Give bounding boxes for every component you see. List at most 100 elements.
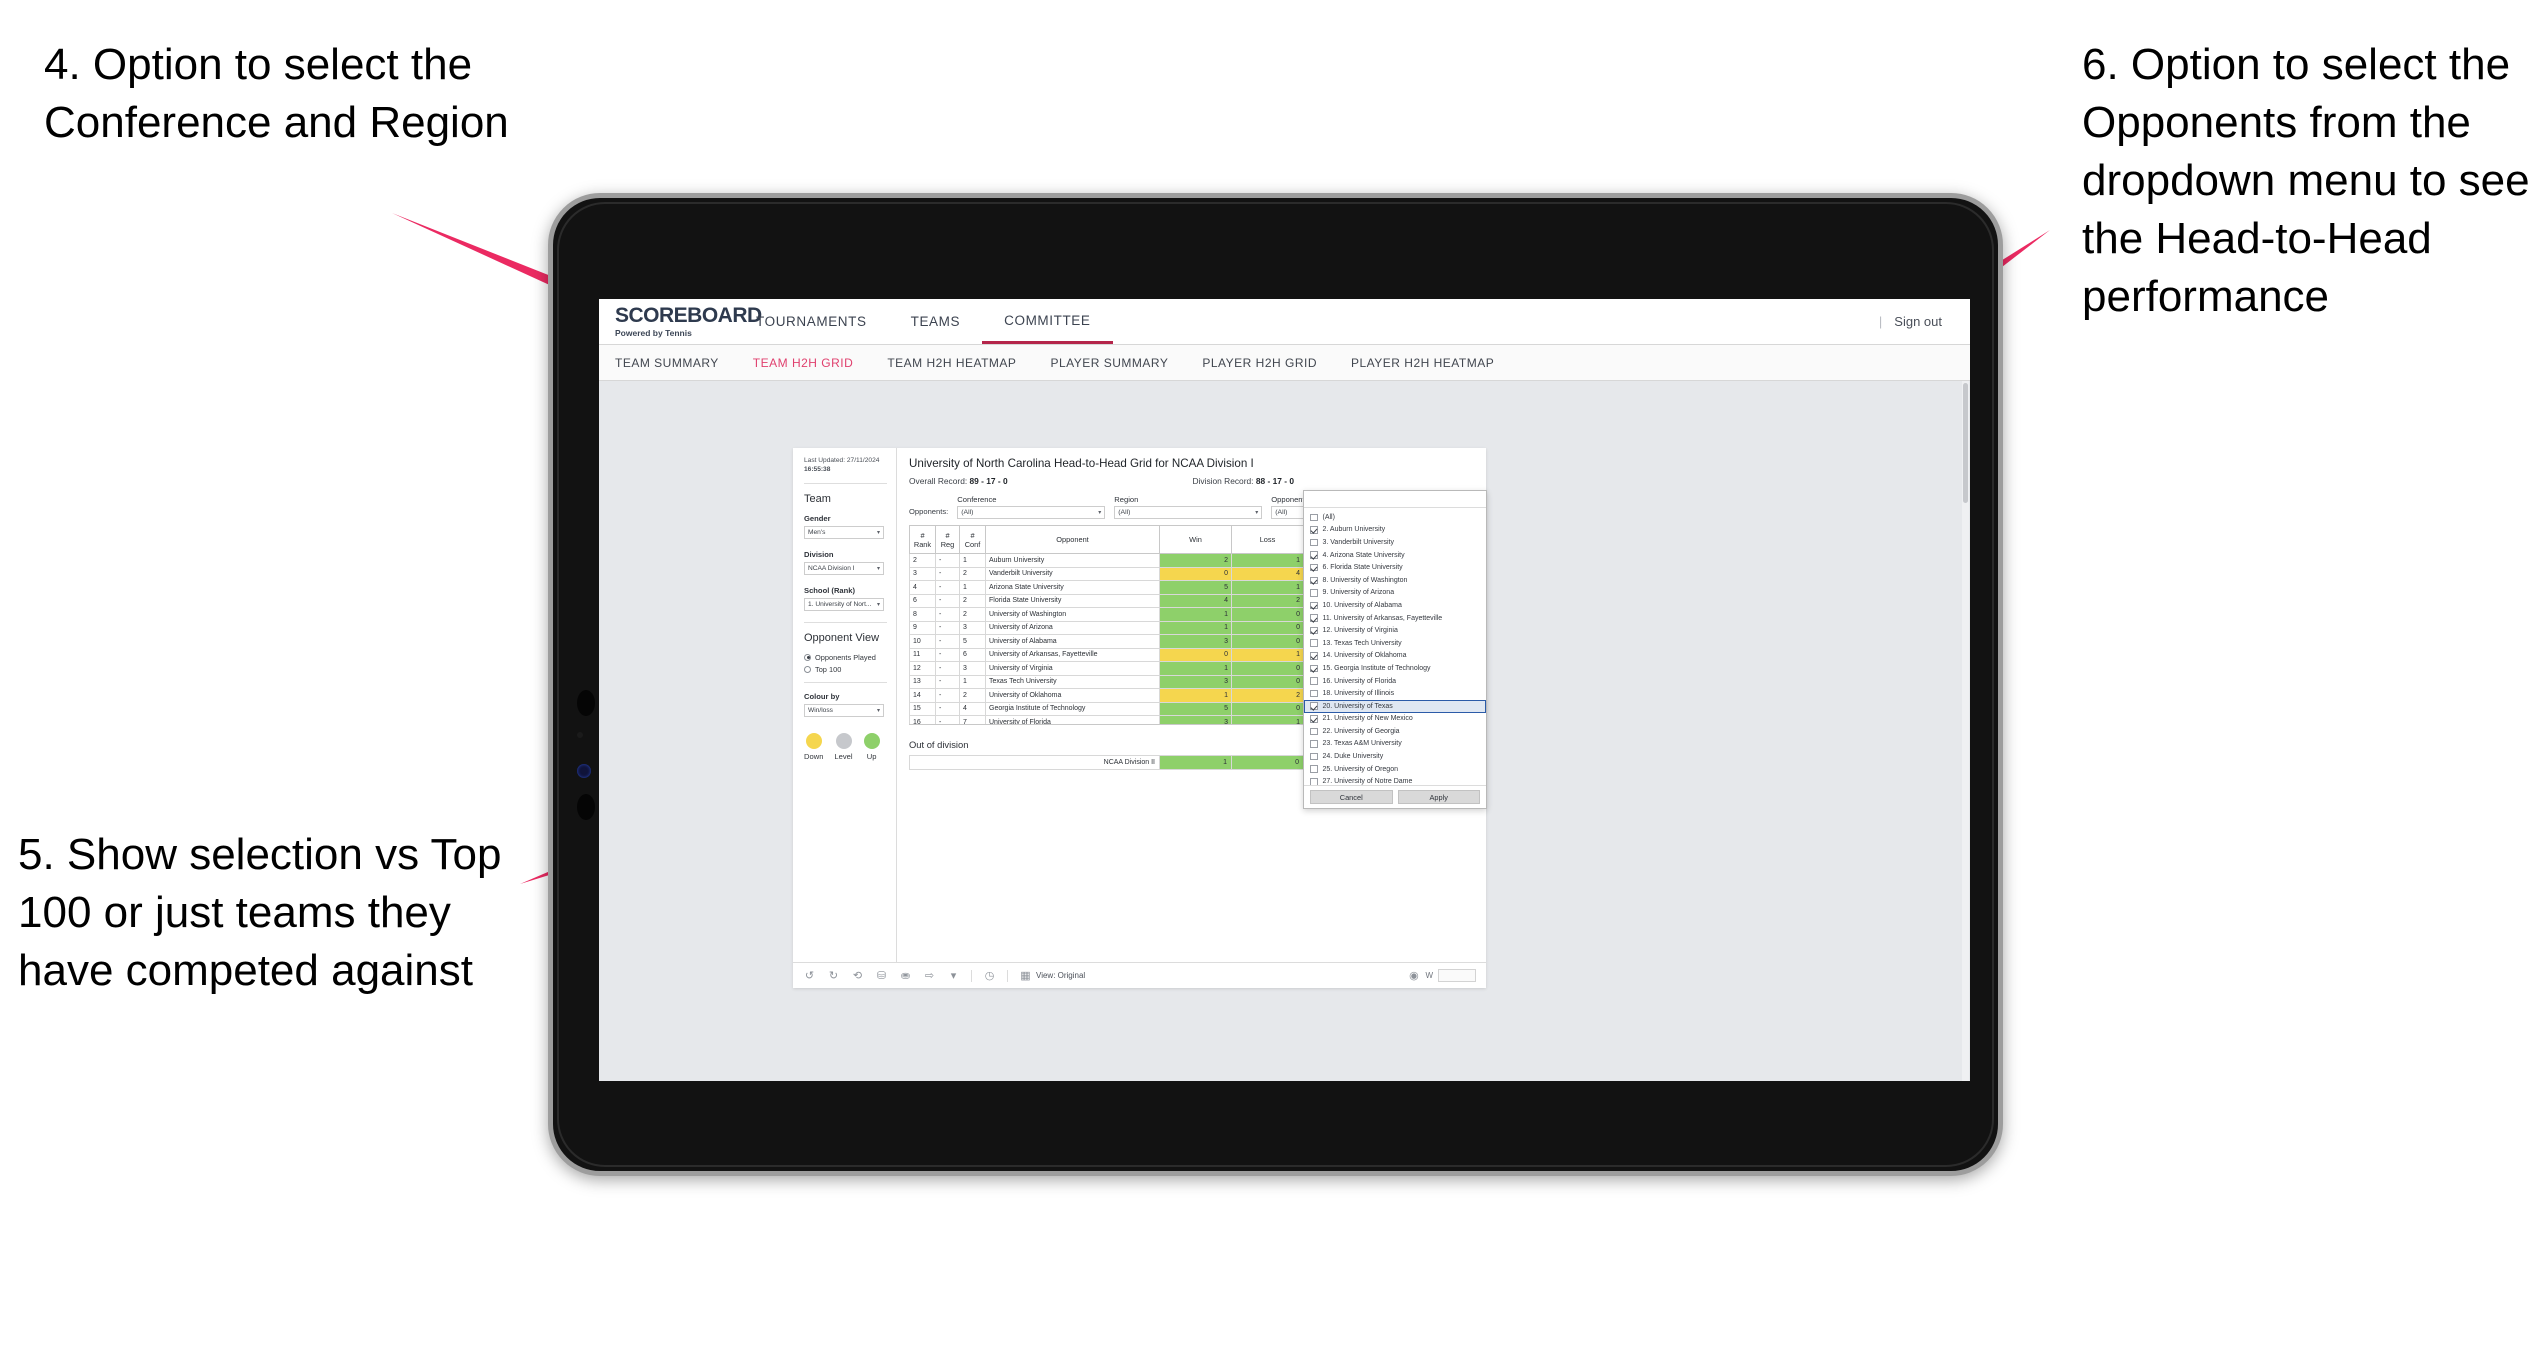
opponent-option-1[interactable]: 2. Auburn University [1304,524,1486,537]
nav-committee[interactable]: COMMITTEE [982,299,1113,344]
nav-teams[interactable]: TEAMS [889,299,983,344]
column-header-4[interactable]: Win [1159,525,1232,554]
checkbox-icon[interactable] [1310,563,1318,572]
subnav-team-summary[interactable]: TEAM SUMMARY [615,356,719,370]
h2h-grid-scroll[interactable]: # Rank # Reg # Conf Opponent Win Loss 2-1 Auburn … [909,525,1367,725]
signout-link[interactable]: Sign out [1894,314,1942,329]
brand-logo[interactable]: SCOREBOARD Powered by Tennis [599,299,762,344]
pause-icon[interactable]: ⛂ [899,969,912,982]
checkbox-icon[interactable] [1310,538,1318,547]
opponent-option-7[interactable]: 10. University of Alabama [1304,599,1486,612]
checkbox-icon[interactable] [1310,614,1318,622]
checkbox-icon[interactable] [1310,677,1318,685]
checkbox-icon[interactable] [1310,778,1318,785]
table-row[interactable]: 15-4 Georgia Institute of Technology 5 0 [909,701,1362,716]
workspace-scrollbar-track[interactable] [1962,381,1969,1081]
table-row[interactable]: 13-1 Texas Tech University 3 0 [909,674,1362,689]
checkbox-icon[interactable] [1310,689,1318,698]
table-row[interactable]: 9-3 University of Arizona 1 0 [909,620,1362,635]
opponent-option-15[interactable]: 20. University of Texas [1304,699,1486,713]
opponent-option-17[interactable]: 22. University of Georgia [1304,725,1486,738]
opponent-dropdown-panel[interactable]: (All) 2. Auburn University 3. Vanderbilt U… [1303,490,1487,809]
checkbox-icon[interactable] [1310,740,1318,748]
apply-button[interactable]: Apply [1397,790,1480,804]
dropdown-caret-icon[interactable]: ▾ [947,969,960,982]
opponent-option-14[interactable]: 18. University of Illinois [1304,687,1486,700]
opponent-option-3[interactable]: 4. Arizona State University [1304,549,1486,562]
opponent-option-0[interactable]: (All) [1304,511,1486,524]
checkbox-icon[interactable] [1310,513,1318,522]
checkbox-icon[interactable] [1310,639,1318,647]
workspace-scrollbar-thumb[interactable] [1963,383,1968,503]
table-row[interactable]: 2-1 Auburn University 2 1 [909,553,1362,568]
opponent-dropdown-list[interactable]: (All) 2. Auburn University 3. Vanderbilt U… [1304,508,1486,785]
checkbox-icon[interactable] [1310,727,1318,736]
subnav-player-h2h-grid[interactable]: PLAYER H2H GRID [1202,356,1317,370]
opponent-option-16[interactable]: 21. University of New Mexico [1304,713,1486,726]
table-row[interactable]: 10-5 University of Alabama 3 0 [909,634,1362,649]
opponent-option-11[interactable]: 14. University of Oklahoma [1304,650,1486,663]
subnav-team-h2h-grid[interactable]: TEAM H2H GRID [753,356,854,370]
nav-tournaments[interactable]: TOURNAMENTS [734,299,889,344]
checkbox-icon[interactable] [1310,715,1318,723]
opponent-option-10[interactable]: 13. Texas Tech University [1304,637,1486,650]
colour-by-select[interactable]: Win/loss ▾ [804,703,884,717]
division-select[interactable]: NCAA Division I ▾ [804,561,884,575]
table-row[interactable]: 3-2 Vanderbilt University 0 4 [909,566,1362,581]
column-header-5[interactable]: Loss [1231,525,1304,554]
table-row[interactable]: 11-6 University of Arkansas, Fayetteville… [909,647,1362,662]
checkbox-icon[interactable] [1310,601,1318,610]
opponent-option-4[interactable]: 6. Florida State University [1304,561,1486,574]
share-icon[interactable]: ⇨ [923,969,936,982]
opponent-option-21[interactable]: 27. University of Notre Dame [1304,775,1486,785]
revert-icon[interactable]: ⟲ [851,969,864,982]
checkbox-icon[interactable] [1310,626,1318,635]
opponent-option-9[interactable]: 12. University of Virginia [1304,624,1486,637]
out-of-division-row[interactable]: NCAA Division II 1 0 [909,755,1362,770]
opponent-dropdown-search[interactable] [1304,491,1486,508]
checkbox-icon[interactable] [1310,526,1318,534]
table-row[interactable]: 4-1 Arizona State University 5 1 [909,580,1362,595]
checkbox-icon[interactable] [1310,702,1318,710]
watch-icon[interactable]: ◉ [1407,969,1420,982]
gender-select[interactable]: Men's ▾ [804,525,884,539]
opponent-option-2[interactable]: 3. Vanderbilt University [1304,536,1486,549]
checkbox-icon[interactable] [1310,576,1318,585]
subnav-team-h2h-heatmap[interactable]: TEAM H2H HEATMAP [887,356,1016,370]
refresh-data-icon[interactable]: ⛁ [875,969,888,982]
subnav-player-summary[interactable]: PLAYER SUMMARY [1050,356,1168,370]
school-select[interactable]: 1. University of Nort... ▾ [804,597,884,611]
column-header-0[interactable]: # Rank [909,525,936,554]
opponent-option-20[interactable]: 25. University of Oregon [1304,763,1486,776]
checkbox-icon[interactable] [1310,765,1318,773]
column-header-1[interactable]: # Reg [935,525,960,554]
region-select[interactable]: (All) ▾ [1114,506,1263,519]
subnav-player-h2h-heatmap[interactable]: PLAYER H2H HEATMAP [1351,356,1494,370]
history-icon[interactable]: ◷ [983,969,996,982]
column-header-3[interactable]: Opponent [985,525,1160,554]
opponent-option-8[interactable]: 11. University of Arkansas, Fayetteville [1304,612,1486,625]
view-original-button[interactable]: ▦ View: Original [1019,969,1085,982]
radio-top-100[interactable]: Top 100 [804,665,887,674]
opponent-option-18[interactable]: 23. Texas A&M University [1304,738,1486,751]
opponent-option-13[interactable]: 16. University of Florida [1304,675,1486,688]
radio-opponents-played[interactable]: Opponents Played [804,653,887,662]
checkbox-icon[interactable] [1310,589,1318,597]
undo-icon[interactable]: ↺ [803,969,816,982]
opponent-option-19[interactable]: 24. Duke University [1304,750,1486,763]
toolbar-pill[interactable] [1438,969,1476,982]
table-row[interactable]: 14-2 University of Oklahoma 1 2 [909,688,1362,703]
checkbox-icon[interactable] [1310,664,1318,673]
checkbox-icon[interactable] [1310,551,1318,559]
checkbox-icon[interactable] [1310,652,1318,660]
checkbox-icon[interactable] [1310,752,1318,761]
cancel-button[interactable]: Cancel [1310,790,1393,804]
table-row[interactable]: 6-2 Florida State University 4 2 [909,593,1362,608]
opponent-option-12[interactable]: 15. Georgia Institute of Technology [1304,662,1486,675]
opponent-option-6[interactable]: 9. University of Arizona [1304,587,1486,600]
table-row[interactable]: 16-7 University of Florida 3 1 [909,715,1362,724]
opponent-option-5[interactable]: 8. University of Washington [1304,574,1486,587]
table-row[interactable]: 8-2 University of Washington 1 0 [909,607,1362,622]
conference-select[interactable]: (All) ▾ [957,506,1106,519]
table-row[interactable]: 12-3 University of Virginia 1 0 [909,661,1362,676]
